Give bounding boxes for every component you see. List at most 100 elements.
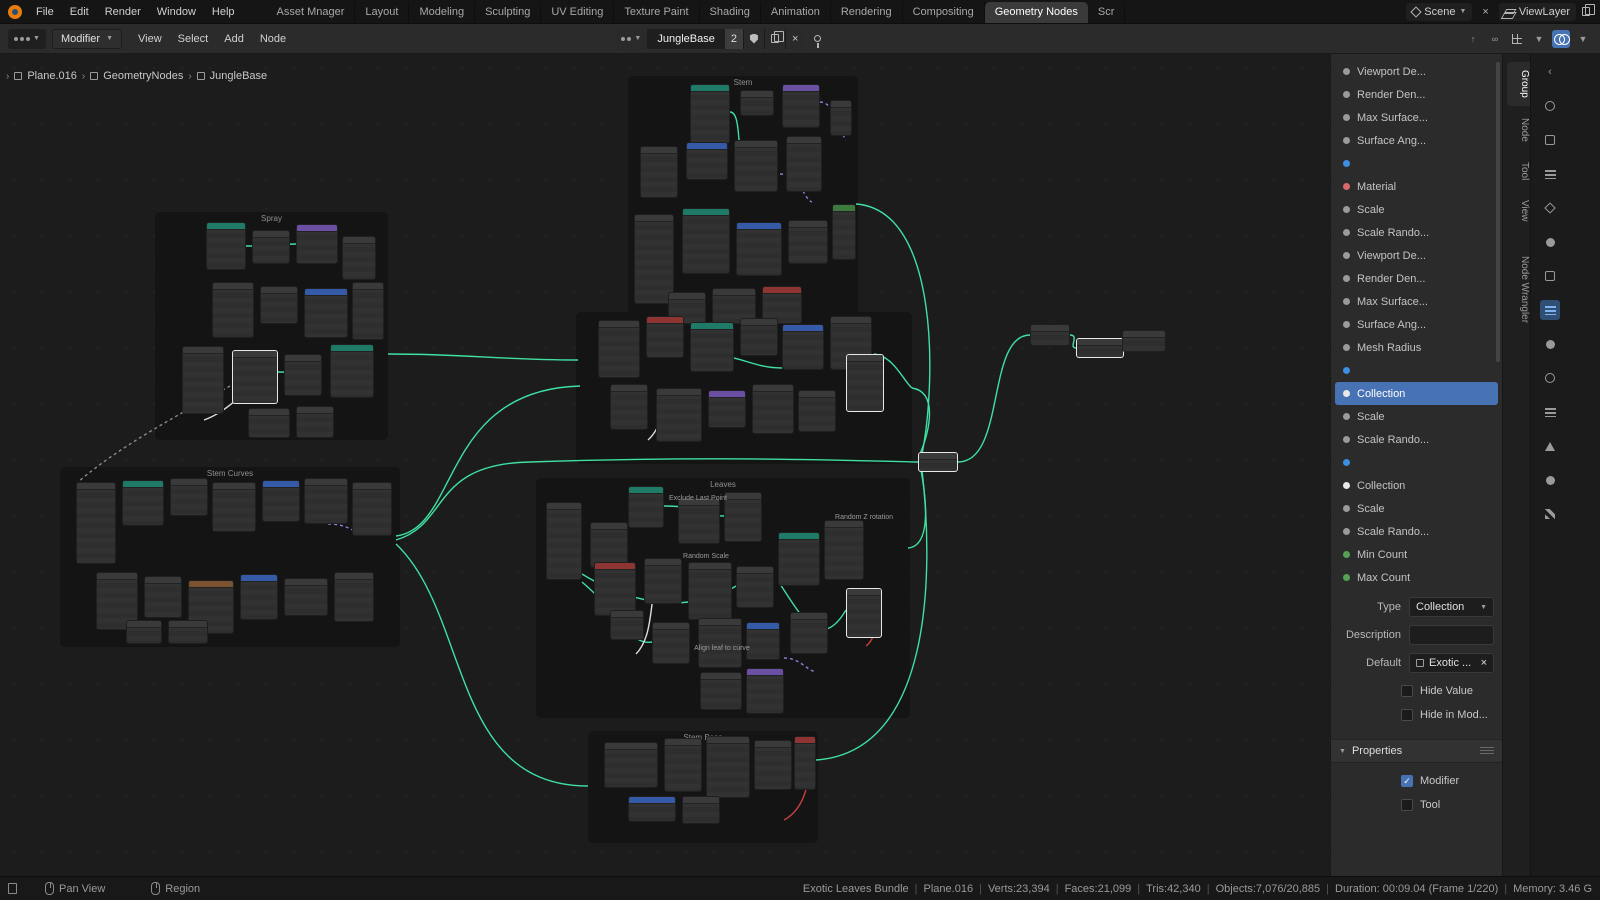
- snapping-icon[interactable]: [1508, 30, 1526, 48]
- node[interactable]: [330, 344, 374, 398]
- node[interactable]: [652, 622, 690, 664]
- menu-select[interactable]: Select: [170, 30, 217, 48]
- node[interactable]: [830, 100, 852, 136]
- socket-row[interactable]: Viewport De...: [1335, 244, 1498, 267]
- node[interactable]: [656, 388, 702, 442]
- scene-properties-icon[interactable]: [1540, 198, 1560, 218]
- node[interactable]: [240, 574, 278, 620]
- node[interactable]: [644, 558, 682, 604]
- socket-row[interactable]: [1335, 359, 1498, 382]
- node[interactable]: [284, 578, 328, 616]
- socket-row[interactable]: Min Count: [1335, 543, 1498, 566]
- view-layer-properties-icon[interactable]: [1540, 164, 1560, 184]
- menu-file[interactable]: File: [28, 3, 62, 21]
- node[interactable]: [752, 384, 794, 434]
- clear-default-button[interactable]: ×: [1481, 657, 1487, 669]
- node[interactable]: [708, 390, 746, 428]
- node[interactable]: [594, 562, 636, 616]
- collapse-icon[interactable]: ‹: [1540, 62, 1560, 82]
- properties-panel-header[interactable]: ▼ Properties: [1331, 739, 1502, 763]
- socket-row[interactable]: Scale: [1335, 497, 1498, 520]
- node[interactable]: [690, 322, 734, 372]
- auto-offset-icon[interactable]: ↑: [1464, 30, 1482, 48]
- breadcrumb-item[interactable]: JungleBase: [210, 70, 268, 82]
- node[interactable]: [334, 572, 374, 622]
- menu-edit[interactable]: Edit: [62, 3, 97, 21]
- breadcrumb-expand-icon[interactable]: ›: [6, 71, 9, 82]
- sidebar-tab-node[interactable]: Node: [1507, 110, 1530, 150]
- node[interactable]: [832, 204, 856, 260]
- socket-row[interactable]: Render Den...: [1335, 83, 1498, 106]
- object-data-properties-icon[interactable]: [1540, 436, 1560, 456]
- node[interactable]: [634, 214, 674, 304]
- node[interactable]: [678, 498, 720, 544]
- socket-row[interactable]: [1335, 451, 1498, 474]
- checkbox[interactable]: [1401, 685, 1413, 697]
- node[interactable]: [296, 224, 338, 264]
- sidebar-tab-tool[interactable]: Tool: [1507, 154, 1530, 188]
- socket-row[interactable]: Max Surface...: [1335, 290, 1498, 313]
- view-layer-selector[interactable]: ViewLayer: [1499, 3, 1576, 21]
- socket-row[interactable]: Collection: [1335, 474, 1498, 497]
- node[interactable]: [682, 208, 730, 274]
- snapping-dropdown[interactable]: ▼: [1530, 30, 1548, 48]
- node[interactable]: [122, 480, 164, 526]
- render-properties-icon[interactable]: [1540, 96, 1560, 116]
- socket-row[interactable]: Material: [1335, 175, 1498, 198]
- unlink-node-tree-button[interactable]: ×: [785, 29, 804, 49]
- node[interactable]: [740, 90, 774, 116]
- node[interactable]: [846, 354, 884, 412]
- workspace-tab-asset-mnager[interactable]: Asset Mnager: [267, 2, 356, 23]
- node[interactable]: [700, 672, 742, 710]
- constraints-properties-icon[interactable]: [1540, 402, 1560, 422]
- node[interactable]: [686, 142, 728, 180]
- socket-row[interactable]: Scale Rando...: [1335, 520, 1498, 543]
- workspace-tab-layout[interactable]: Layout: [355, 2, 409, 23]
- node[interactable]: [746, 622, 780, 660]
- node[interactable]: [232, 350, 278, 404]
- user-count-badge[interactable]: 2: [725, 29, 743, 49]
- node[interactable]: [724, 492, 762, 542]
- workspace-tab-uv-editing[interactable]: UV Editing: [541, 2, 614, 23]
- workspace-tab-scr[interactable]: Scr: [1088, 2, 1126, 23]
- sidebar-tab-view[interactable]: View: [1507, 192, 1530, 230]
- workspace-tab-texture-paint[interactable]: Texture Paint: [614, 2, 699, 23]
- socket-row[interactable]: Viewport De...: [1335, 60, 1498, 83]
- node[interactable]: [212, 282, 254, 338]
- node[interactable]: [610, 384, 648, 430]
- workspace-tab-animation[interactable]: Animation: [761, 2, 831, 23]
- menu-window[interactable]: Window: [149, 3, 204, 21]
- node[interactable]: [76, 482, 116, 564]
- material-properties-icon[interactable]: [1540, 470, 1560, 490]
- socket-row[interactable]: [1335, 152, 1498, 175]
- node[interactable]: [604, 742, 658, 788]
- physics-properties-icon[interactable]: [1540, 368, 1560, 388]
- node[interactable]: [682, 796, 720, 824]
- menu-add[interactable]: Add: [216, 30, 252, 48]
- output-properties-icon[interactable]: [1540, 130, 1560, 150]
- checkbox[interactable]: [1401, 709, 1413, 721]
- checkbox[interactable]: [1401, 799, 1413, 811]
- node[interactable]: [736, 566, 774, 608]
- node[interactable]: [610, 610, 644, 640]
- node[interactable]: [252, 230, 290, 264]
- node[interactable]: [778, 532, 820, 586]
- node[interactable]: [734, 140, 778, 192]
- workspace-tab-shading[interactable]: Shading: [700, 2, 761, 23]
- node[interactable]: [782, 324, 824, 370]
- node[interactable]: [260, 286, 298, 324]
- sidebar-tab-node-wrangler[interactable]: Node Wrangler: [1507, 248, 1530, 331]
- node[interactable]: [798, 390, 836, 432]
- scene-unlink-button[interactable]: ×: [1478, 6, 1492, 18]
- breadcrumb-item[interactable]: GeometryNodes: [103, 70, 183, 82]
- node[interactable]: [1122, 330, 1166, 352]
- socket-row[interactable]: Max Surface...: [1335, 106, 1498, 129]
- node[interactable]: [1030, 324, 1070, 346]
- workspace-tab-rendering[interactable]: Rendering: [831, 2, 903, 23]
- workspace-tab-modeling[interactable]: Modeling: [409, 2, 475, 23]
- menu-render[interactable]: Render: [97, 3, 149, 21]
- node[interactable]: [698, 618, 742, 668]
- node-tree-name-field[interactable]: JungleBase: [647, 29, 725, 49]
- workspace-tab-sculpting[interactable]: Sculpting: [475, 2, 541, 23]
- node[interactable]: [598, 320, 640, 378]
